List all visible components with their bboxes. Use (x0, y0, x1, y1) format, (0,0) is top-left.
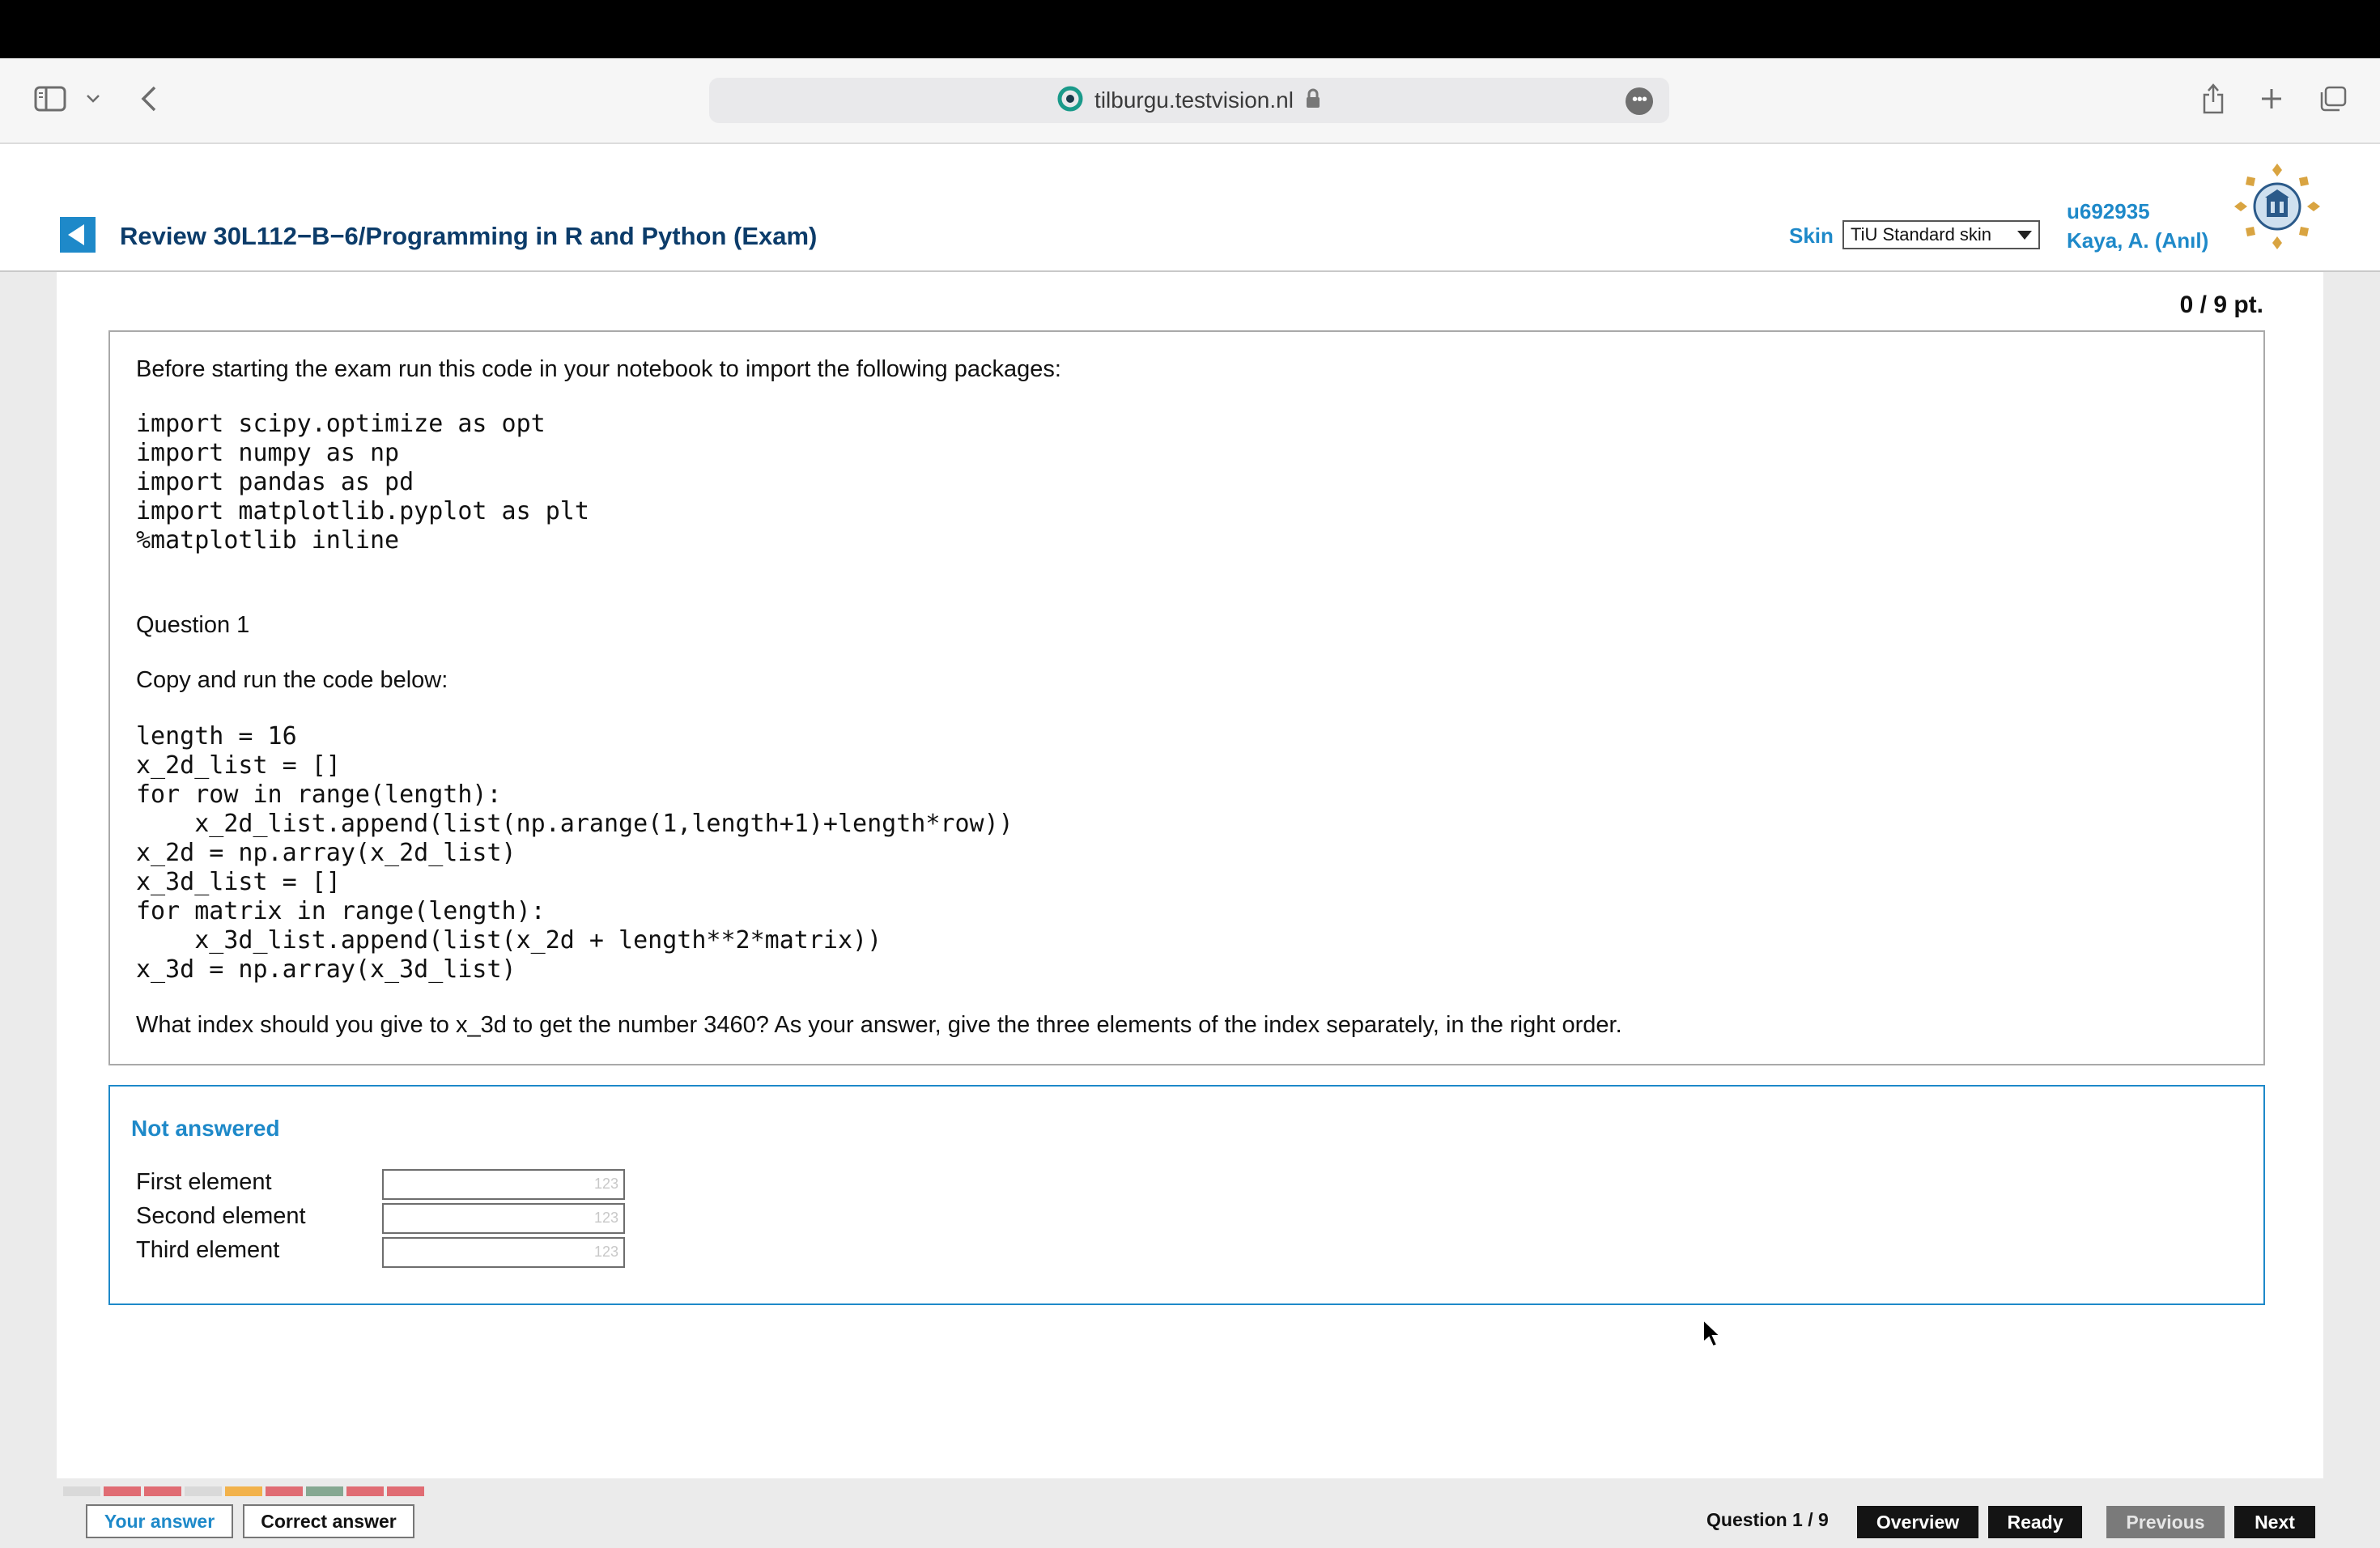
progress-segment (387, 1486, 424, 1496)
progress-segment (63, 1486, 100, 1496)
previous-button[interactable]: Previous (2106, 1506, 2225, 1538)
question-progress-bar (63, 1486, 424, 1496)
dropdown-caret-icon (2017, 230, 2032, 240)
next-button[interactable]: Next (2234, 1506, 2315, 1538)
progress-segment (104, 1486, 141, 1496)
progress-segment (266, 1486, 303, 1496)
address-bar[interactable]: tilburgu.testvision.nl ••• (709, 78, 1669, 123)
back-arrow-icon[interactable] (133, 83, 165, 115)
sidebar-toggle-icon[interactable] (31, 83, 70, 115)
numeric-hint: 123 (593, 1244, 618, 1260)
points-score: 0 / 9 pt. (2179, 291, 2263, 318)
answer-status: Not answered (131, 1116, 280, 1141)
progress-segment (185, 1486, 222, 1496)
task-code-block: length = 16 x_2d_list = [] for row in ra… (136, 722, 1014, 984)
first-element-label: First element (136, 1169, 272, 1195)
numeric-hint: 123 (593, 1210, 618, 1226)
user-name: Kaya, A. (Anıl) (2067, 228, 2209, 253)
progress-segment (306, 1486, 343, 1496)
question-box: Before starting the exam run this code i… (108, 330, 2265, 1065)
question-instruction: Copy and run the code below: (136, 667, 448, 693)
back-button[interactable] (60, 217, 96, 253)
mouse-cursor-icon (1702, 1317, 1723, 1353)
university-logo (2233, 162, 2322, 251)
progress-segment (144, 1486, 181, 1496)
first-element-input[interactable]: 123 (382, 1169, 625, 1200)
system-top-bar (0, 0, 2380, 58)
browser-toolbar: tilburgu.testvision.nl ••• (0, 58, 2380, 144)
overview-button[interactable]: Overview (1857, 1506, 1978, 1538)
review-workspace: 0 / 9 pt. Before starting the exam run t… (0, 272, 2380, 1548)
third-element-input[interactable]: 123 (382, 1237, 625, 1268)
page-title: Review 30L112−B−6/Programming in R and P… (120, 222, 818, 250)
skin-select-value: TiU Standard skin (1851, 224, 1992, 245)
skin-label: Skin (1789, 223, 1834, 248)
user-id: u692935 (2067, 199, 2150, 223)
question-prompt: What index should you give to x_3d to ge… (136, 1012, 1622, 1038)
page-menu-icon[interactable]: ••• (1626, 87, 1653, 115)
question-intro: Before starting the exam run this code i… (136, 356, 1061, 382)
back-triangle-icon (68, 224, 84, 245)
third-element-label: Third element (136, 1237, 280, 1263)
lock-icon (1305, 88, 1321, 113)
ready-button[interactable]: Ready (1988, 1506, 2082, 1538)
second-element-input[interactable]: 123 (382, 1203, 625, 1234)
share-icon[interactable] (2197, 79, 2229, 118)
second-element-label: Second element (136, 1203, 306, 1229)
your-answer-tab[interactable]: Your answer (86, 1504, 233, 1538)
answer-box: Not answered First element 123 Second el… (108, 1085, 2265, 1305)
question-heading: Question 1 (136, 612, 250, 638)
numeric-hint: 123 (593, 1176, 618, 1192)
progress-segment (225, 1486, 262, 1496)
url-text: tilburgu.testvision.nl (1094, 87, 1294, 113)
import-code-block: import scipy.optimize as opt import nump… (136, 410, 589, 555)
exam-header: Review 30L112−B−6/Programming in R and P… (0, 144, 2380, 272)
correct-answer-tab[interactable]: Correct answer (243, 1504, 414, 1538)
site-favicon-icon (1057, 86, 1083, 116)
tab-overview-icon[interactable] (2317, 83, 2349, 115)
skin-select[interactable]: TiU Standard skin (1842, 220, 2040, 249)
progress-segment (346, 1486, 384, 1496)
question-panel: 0 / 9 pt. Before starting the exam run t… (57, 272, 2323, 1478)
chevron-down-icon[interactable] (81, 89, 105, 108)
question-counter: Question 1 / 9 (1706, 1509, 1829, 1530)
new-tab-icon[interactable] (2255, 83, 2288, 115)
